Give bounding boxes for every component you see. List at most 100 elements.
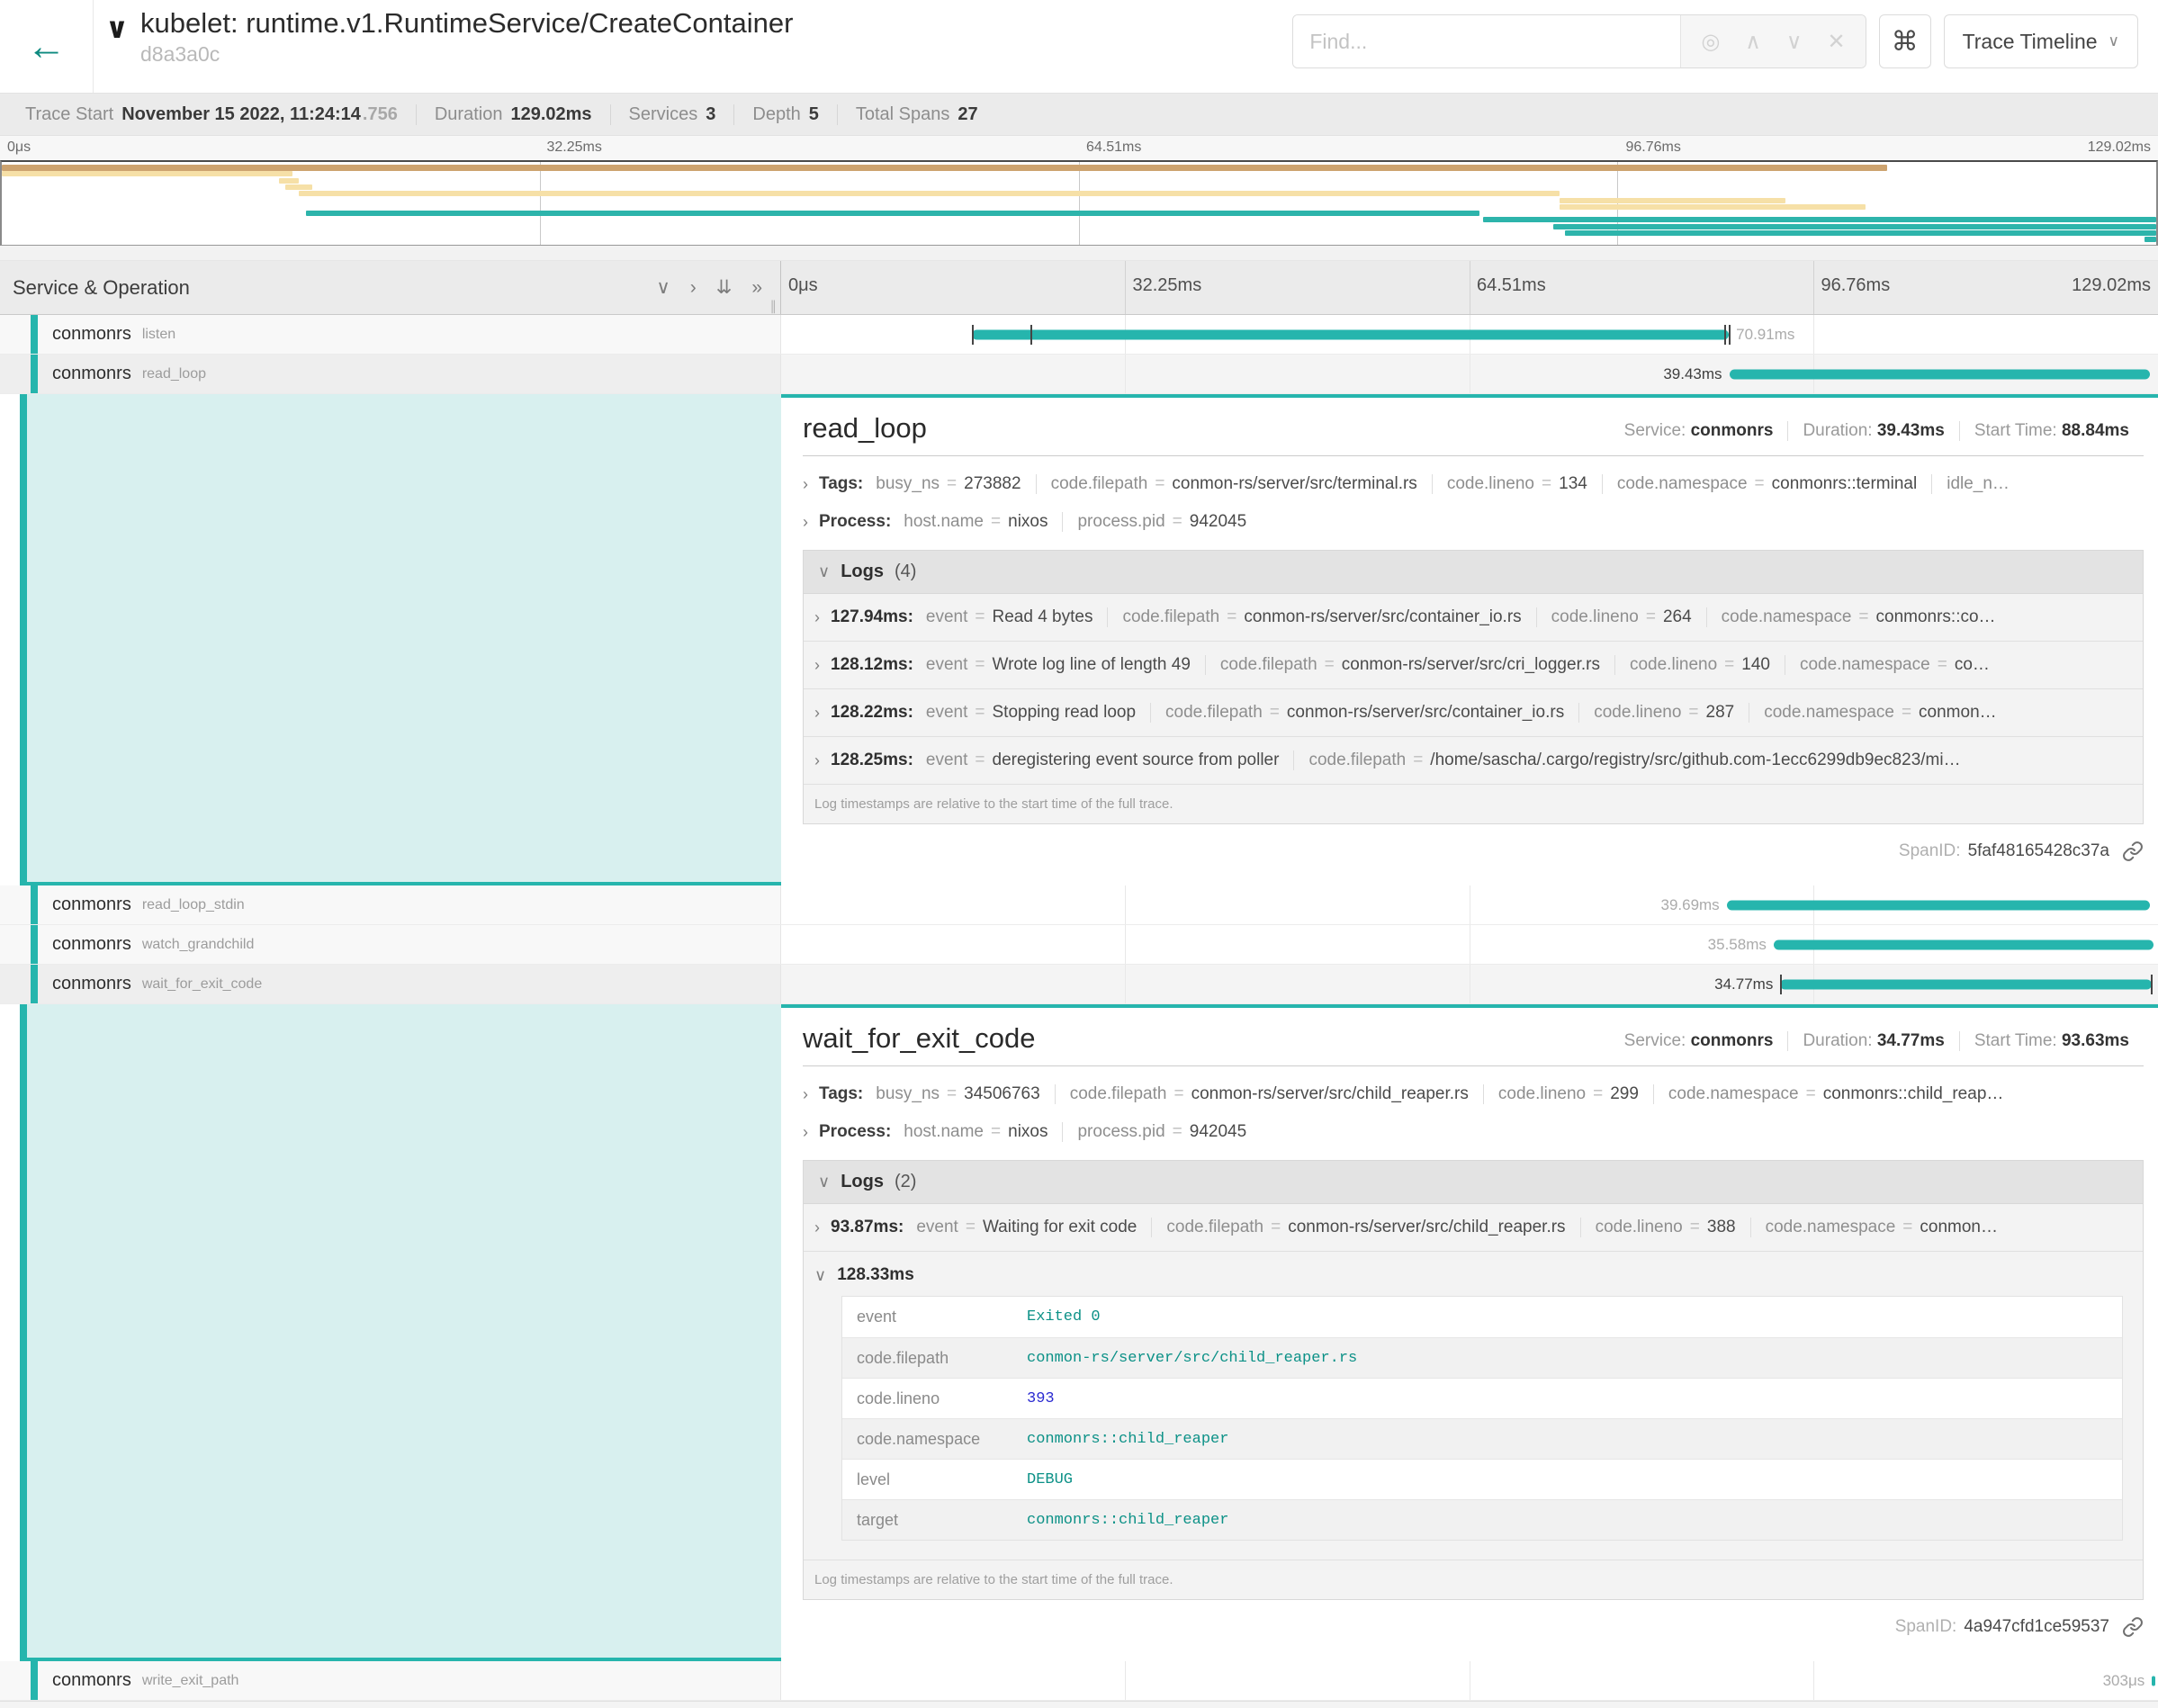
span-timeline-cell[interactable]: 70.91ms	[781, 315, 2158, 354]
log-field-value: 393	[1027, 1390, 1055, 1407]
chevron-right-icon[interactable]: ›	[803, 1085, 808, 1104]
process-row[interactable]: › Process: host.name=nixosprocess.pid=94…	[803, 503, 2144, 541]
find-input[interactable]	[1293, 15, 1680, 67]
span-name-cell[interactable]: conmonrs wait_for_exit_code	[0, 965, 781, 1003]
log-field-row: level DEBUG	[842, 1459, 2122, 1499]
collapse-all-icon[interactable]: ⇊	[716, 276, 733, 299]
logs-header[interactable]: ∨ Logs (2)	[804, 1161, 2143, 1204]
detail-left-column	[0, 1004, 781, 1661]
minimap-span	[2, 165, 1887, 171]
span-operation-name: read_loop_stdin	[142, 897, 245, 913]
chevron-right-icon[interactable]: ›	[803, 475, 808, 494]
focus-match-icon[interactable]: ◎	[1701, 29, 1720, 55]
stat-label: Duration	[435, 104, 503, 125]
log-fields: event=deregistering event source from po…	[924, 751, 1975, 770]
chevron-down-icon[interactable]: ∨	[814, 1266, 826, 1285]
span-duration-bar[interactable]	[2152, 1676, 2155, 1686]
tags-row[interactable]: › Tags: busy_ns=273882code.filepath=conm…	[803, 465, 2144, 503]
prev-match-icon[interactable]: ∧	[1745, 29, 1761, 55]
logs-header[interactable]: ∨ Logs (4)	[804, 551, 2143, 594]
chevron-right-icon[interactable]: ›	[814, 704, 820, 723]
span-row[interactable]: conmonrs listen 70.91ms	[0, 315, 2158, 355]
chevron-right-icon[interactable]: ›	[814, 1218, 820, 1237]
trace-minimap[interactable]	[0, 160, 2158, 246]
span-row[interactable]: conmonrs write_exit_path 303μs	[0, 1661, 2158, 1701]
chevron-down-icon: ∨	[2109, 32, 2119, 50]
expand-all-icon[interactable]: »	[751, 277, 762, 299]
stat-label: Services	[629, 104, 698, 125]
tag-chip: code.lineno=388	[1580, 1218, 1750, 1237]
timeline-tick-label: 0μs	[7, 139, 31, 156]
span-name-cell[interactable]: conmonrs read_loop_stdin	[0, 885, 781, 924]
log-entry[interactable]: › 128.22ms: event=Stopping read loopcode…	[804, 689, 2143, 737]
detail-left-column	[0, 394, 781, 885]
log-expanded-header[interactable]: ∨ 128.33ms	[814, 1265, 2132, 1285]
minimap-span	[306, 211, 1479, 216]
chevron-right-icon[interactable]: ›	[814, 608, 820, 627]
log-field-row: code.lineno 393	[842, 1378, 2122, 1418]
span-timeline-cell[interactable]: 39.69ms	[781, 885, 2158, 924]
tag-chip: code.filepath=conmon-rs/server/src/termi…	[1036, 474, 1432, 494]
span-timeline-cell[interactable]: 34.77ms	[781, 965, 2158, 1003]
timeline-tick-label: 64.51ms	[1477, 275, 1546, 296]
back-button[interactable]: ←	[0, 0, 94, 93]
minimap-span	[285, 184, 312, 190]
span-name-cell[interactable]: conmonrs write_exit_path	[0, 1661, 781, 1700]
chevron-down-icon: ∨	[105, 11, 129, 93]
span-row[interactable]: conmonrs read_loop_stdin 39.69ms	[0, 885, 2158, 925]
next-match-icon[interactable]: ∨	[1786, 29, 1803, 55]
minimap-span	[1560, 204, 1866, 210]
chevron-right-icon[interactable]: ›	[814, 751, 820, 770]
log-fields: event=Stopping read loopcode.filepath=co…	[924, 703, 2011, 723]
span-id-value: 4a947cfd1ce59537	[1964, 1617, 2109, 1637]
span-duration-label: 34.77ms	[1714, 975, 1773, 993]
trace-view-selector[interactable]: Trace Timeline ∨	[1944, 14, 2138, 68]
span-id-label: SpanID:	[1895, 1617, 1957, 1637]
span-row[interactable]: conmonrs wait_for_exit_code 34.77ms	[0, 965, 2158, 1004]
span-duration-bar[interactable]	[1780, 979, 2151, 989]
minimap-span	[1560, 198, 1785, 203]
chevron-right-icon[interactable]: ›	[814, 656, 820, 675]
link-icon[interactable]	[2122, 1616, 2144, 1638]
span-duration-label: 303μs	[2103, 1672, 2145, 1690]
span-duration-bar[interactable]	[1774, 939, 2154, 949]
span-duration-bar[interactable]	[1730, 369, 2151, 379]
span-boundary-tick	[1724, 325, 1726, 345]
log-timestamp: 128.12ms:	[831, 655, 913, 675]
log-entry-expanded[interactable]: ∨ 128.33ms event Exited 0 code.filepath …	[804, 1252, 2143, 1560]
chevron-right-icon[interactable]: ›	[803, 1123, 808, 1142]
keyboard-shortcuts-button[interactable]: ⌘	[1879, 14, 1931, 68]
span-timeline-cell[interactable]: 39.43ms	[781, 355, 2158, 393]
tag-chip: event=Waiting for exit code	[914, 1218, 1151, 1237]
tags-chips: busy_ns=34506763code.filepath=conmon-rs/…	[874, 1084, 2018, 1104]
tags-row[interactable]: › Tags: busy_ns=34506763code.filepath=co…	[803, 1075, 2144, 1113]
span-duration-bar[interactable]	[1727, 900, 2151, 910]
clear-search-icon[interactable]: ✕	[1827, 29, 1845, 55]
collapse-one-icon[interactable]: ∨	[656, 276, 670, 299]
span-timeline-cell[interactable]: 35.58ms	[781, 925, 2158, 964]
log-entry[interactable]: › 93.87ms: event=Waiting for exit codeco…	[804, 1204, 2143, 1252]
span-row[interactable]: conmonrs watch_grandchild 35.58ms	[0, 925, 2158, 965]
span-indent-guide	[31, 885, 38, 924]
chevron-right-icon[interactable]: ›	[803, 513, 808, 532]
link-icon[interactable]	[2122, 841, 2144, 862]
span-row[interactable]: conmonrs read_loop 39.43ms	[0, 355, 2158, 394]
column-resizer-grip[interactable]: ∥	[770, 298, 778, 314]
expand-one-icon[interactable]: ›	[690, 277, 697, 299]
span-timeline-cell[interactable]: 303μs	[781, 1661, 2158, 1700]
timeline-tick-label: 129.02ms	[2072, 275, 2151, 296]
tag-chip: code.lineno=264	[1536, 607, 1706, 627]
log-entry[interactable]: › 127.94ms: event=Read 4 bytescode.filep…	[804, 594, 2143, 642]
logs-count: (4)	[895, 562, 916, 582]
log-entry[interactable]: › 128.25ms: event=deregistering event so…	[804, 737, 2143, 785]
logs-note: Log timestamps are relative to the start…	[804, 1560, 2143, 1599]
span-name-cell[interactable]: conmonrs read_loop	[0, 355, 781, 393]
span-name-cell[interactable]: conmonrs watch_grandchild	[0, 925, 781, 964]
trace-collapse-toggle[interactable]: ∨	[94, 11, 140, 93]
span-duration-bar[interactable]	[972, 329, 1729, 339]
span-name-cell[interactable]: conmonrs listen	[0, 315, 781, 354]
span-duration-label: 35.58ms	[1708, 936, 1767, 954]
process-row[interactable]: › Process: host.name=nixosprocess.pid=94…	[803, 1113, 2144, 1151]
log-entry[interactable]: › 128.12ms: event=Wrote log line of leng…	[804, 642, 2143, 689]
log-fields: event=Wrote log line of length 49code.fi…	[924, 655, 2004, 675]
